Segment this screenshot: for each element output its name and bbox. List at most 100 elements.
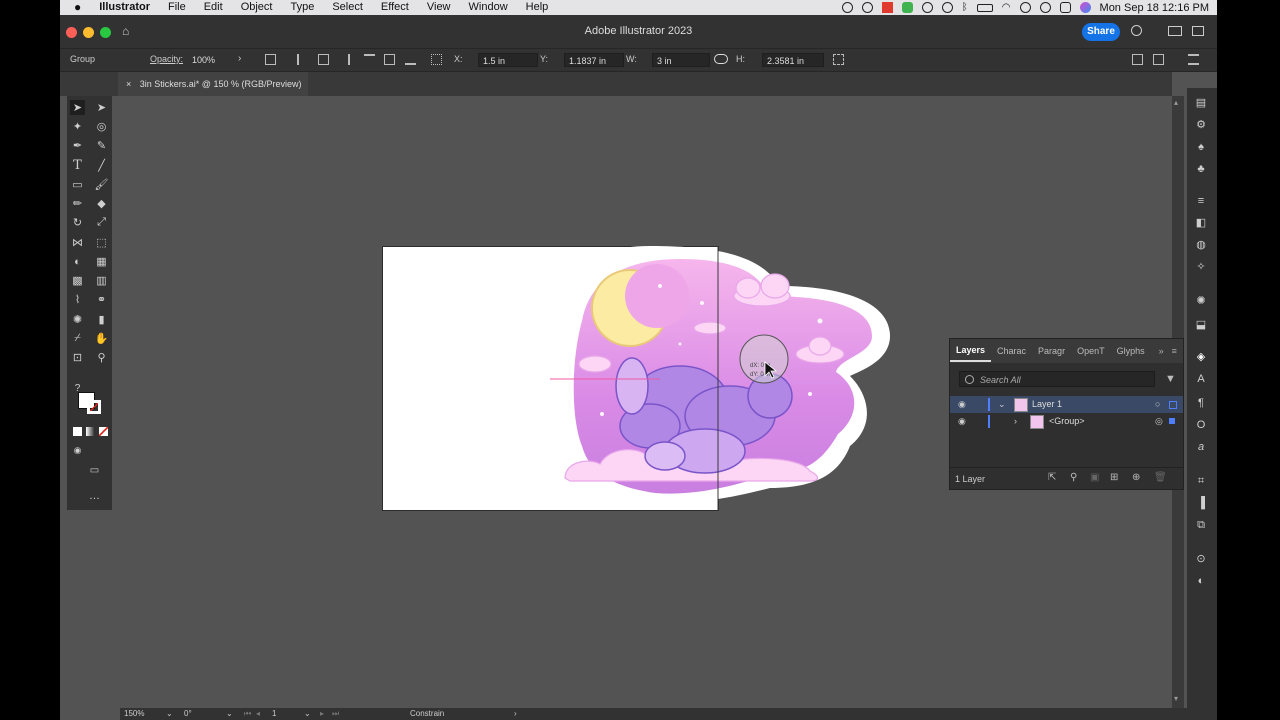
control-menu-icon[interactable] bbox=[1188, 54, 1199, 65]
selection-square-icon[interactable] bbox=[1169, 418, 1175, 424]
x-field[interactable]: 1.5 in bbox=[478, 53, 538, 67]
navigator-icon[interactable]: ◐ bbox=[1194, 574, 1208, 588]
free-transform-tool-icon[interactable]: ⬚ bbox=[94, 235, 109, 250]
new-sublayer-icon[interactable]: ⊞ bbox=[1110, 472, 1118, 483]
minimize-window-button[interactable] bbox=[83, 27, 94, 38]
more-tools-icon[interactable]: … bbox=[87, 488, 102, 503]
next-artboard-icon[interactable]: ▸ bbox=[320, 708, 324, 720]
paragraph-panel-icon[interactable]: ¶ bbox=[1194, 396, 1208, 410]
menu-type[interactable]: Type bbox=[281, 0, 323, 15]
libraries-icon[interactable]: ▤ bbox=[1194, 96, 1208, 110]
stroke-swatch[interactable] bbox=[87, 400, 101, 414]
target-circle-icon[interactable]: ○ bbox=[1155, 396, 1160, 413]
wifi-icon[interactable]: ◠ bbox=[1002, 2, 1011, 13]
expand-group-icon[interactable]: › bbox=[1014, 413, 1017, 430]
grid-view-icon[interactable] bbox=[1132, 54, 1143, 65]
shape-builder-tool-icon[interactable]: ◐ bbox=[70, 254, 85, 269]
pen-tool-icon[interactable]: ✒ bbox=[70, 138, 85, 153]
transform-panel-icon[interactable]: ⌗ bbox=[1194, 474, 1208, 488]
zoom-tool-icon[interactable]: ⚲ bbox=[94, 350, 109, 365]
tab-paragraph[interactable]: Paragr bbox=[1032, 339, 1071, 363]
screen-mode-icon[interactable]: ▭ bbox=[87, 463, 102, 478]
arrange-icon[interactable] bbox=[1153, 54, 1164, 65]
align-right-icon[interactable] bbox=[339, 54, 350, 65]
layer-row-group[interactable]: ◉ › <Group> ◎ bbox=[950, 413, 1183, 430]
delete-layer-icon[interactable]: 🗑 bbox=[1154, 472, 1167, 483]
arrange-docs-icon[interactable] bbox=[1192, 26, 1204, 36]
layers-search-input[interactable]: Search All bbox=[959, 371, 1155, 387]
visibility-eye-icon[interactable]: ◉ bbox=[958, 396, 966, 413]
zoom-dropdown-icon[interactable]: ⌄ bbox=[166, 708, 173, 720]
close-window-button[interactable] bbox=[66, 27, 77, 38]
angle-dropdown-icon[interactable]: ⌄ bbox=[226, 708, 233, 720]
selection-tool-icon[interactable]: ➤ bbox=[70, 100, 85, 115]
artboard-dropdown-icon[interactable]: ⌄ bbox=[304, 708, 311, 720]
scroll-up-icon[interactable]: ▴ bbox=[1174, 98, 1178, 107]
type-tool-icon[interactable]: T bbox=[70, 158, 85, 173]
menu-effect[interactable]: Effect bbox=[372, 0, 418, 15]
group-name[interactable]: <Group> bbox=[1049, 413, 1085, 430]
creative-cloud-icon[interactable] bbox=[861, 2, 873, 13]
width-field[interactable]: 3 in bbox=[652, 53, 710, 67]
target-circle-icon[interactable]: ◎ bbox=[1155, 413, 1163, 430]
rotation-angle[interactable]: 0° bbox=[184, 708, 192, 720]
layer-name[interactable]: Layer 1 bbox=[1032, 396, 1062, 413]
export-icon[interactable]: ⇱ bbox=[1048, 472, 1056, 483]
constrain-proportions-icon[interactable] bbox=[714, 54, 728, 64]
tab-character[interactable]: Charac bbox=[991, 339, 1032, 363]
slice-tool-icon[interactable]: ⌿ bbox=[70, 331, 85, 346]
visibility-eye-icon[interactable]: ◉ bbox=[958, 413, 966, 430]
none-mode-swatch[interactable] bbox=[99, 427, 108, 436]
opentype-panel-icon[interactable]: O bbox=[1194, 418, 1208, 432]
asset-export-icon[interactable]: ⬓ bbox=[1194, 318, 1208, 332]
symbols-icon[interactable]: ♣ bbox=[1194, 162, 1208, 176]
menu-edit[interactable]: Edit bbox=[195, 0, 232, 15]
gradient-mode-swatch[interactable] bbox=[86, 427, 95, 436]
transform-each-icon[interactable] bbox=[833, 54, 844, 65]
last-artboard-icon[interactable]: ⏭ bbox=[332, 708, 339, 720]
gradient-tool-icon[interactable]: ▥ bbox=[94, 273, 109, 288]
selection-square-icon[interactable] bbox=[1169, 401, 1177, 409]
tab-opentype[interactable]: OpenT bbox=[1071, 339, 1111, 363]
new-layer-icon[interactable]: ⊕ bbox=[1132, 472, 1140, 483]
opacity-expand-icon[interactable]: › bbox=[238, 53, 241, 64]
document-tab[interactable]: × 3in Stickers.ai* @ 150 % (RGB/Preview) bbox=[118, 72, 308, 96]
properties-icon[interactable]: ⚙ bbox=[1194, 118, 1208, 132]
home-icon[interactable]: ⌂ bbox=[122, 25, 135, 37]
menu-select[interactable]: Select bbox=[323, 0, 372, 15]
glyphs-panel-icon[interactable]: a bbox=[1194, 440, 1208, 454]
rectangle-tool-icon[interactable]: ▭ bbox=[70, 177, 85, 192]
color-mode-swatch[interactable] bbox=[73, 427, 82, 436]
transform-icon[interactable] bbox=[265, 54, 276, 65]
clock-datetime[interactable]: Mon Sep 18 12:16 PM bbox=[1100, 2, 1209, 14]
user-icon[interactable] bbox=[1019, 2, 1031, 13]
time-machine-icon[interactable] bbox=[941, 2, 953, 13]
layers-panel-icon[interactable]: ◈ bbox=[1194, 350, 1208, 364]
y-field[interactable]: 1.1837 in bbox=[564, 53, 624, 67]
artboard-tool-icon[interactable]: ⊡ bbox=[70, 350, 85, 365]
menu-file[interactable]: File bbox=[159, 0, 195, 15]
status-menu-icon[interactable]: › bbox=[514, 708, 517, 720]
menu-help[interactable]: Help bbox=[517, 0, 558, 15]
rotate-tool-icon[interactable]: ↻ bbox=[70, 215, 85, 230]
play-icon[interactable] bbox=[921, 2, 933, 13]
menu-object[interactable]: Object bbox=[232, 0, 282, 15]
symbol-sprayer-tool-icon[interactable]: ✺ bbox=[70, 312, 85, 327]
workspace-icon[interactable] bbox=[1168, 26, 1182, 36]
locate-object-icon[interactable]: ⚲ bbox=[1070, 472, 1077, 483]
menu-view[interactable]: View bbox=[418, 0, 460, 15]
pathfinder-icon[interactable]: ⧉ bbox=[1194, 518, 1208, 532]
perspective-grid-tool-icon[interactable]: ▦ bbox=[94, 254, 109, 269]
draw-mode-icon[interactable]: ◉ bbox=[70, 443, 85, 458]
color-guide-icon[interactable]: ✺ bbox=[1194, 294, 1208, 308]
align-top-icon[interactable] bbox=[364, 54, 375, 65]
align-left-icon[interactable] bbox=[297, 54, 308, 65]
align-center-v-icon[interactable] bbox=[384, 54, 395, 65]
reference-point-icon[interactable] bbox=[431, 54, 442, 65]
column-graph-tool-icon[interactable]: ▮ bbox=[94, 312, 109, 327]
tab-glyphs[interactable]: Glyphs bbox=[1111, 339, 1151, 363]
height-field[interactable]: 2.3581 in bbox=[762, 53, 824, 67]
red-app-icon[interactable] bbox=[881, 2, 893, 13]
record-icon[interactable] bbox=[841, 2, 853, 13]
width-tool-icon[interactable]: ⋈ bbox=[70, 235, 85, 250]
